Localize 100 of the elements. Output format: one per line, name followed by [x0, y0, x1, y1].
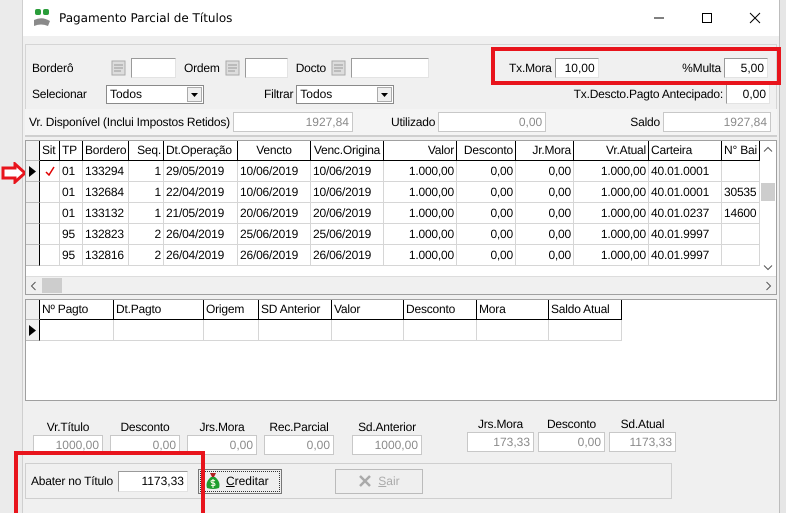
column-header[interactable]: Valor: [332, 300, 404, 320]
table-cell: [40, 245, 60, 266]
column-header[interactable]: Seq.: [129, 141, 164, 161]
column-header[interactable]: Jr.Mora: [516, 141, 574, 161]
column-header[interactable]: Valor: [384, 141, 457, 161]
column-header[interactable]: Dt.Pagto: [114, 300, 204, 320]
row-indicator[interactable]: [26, 161, 40, 182]
row-indicator[interactable]: [26, 182, 40, 203]
close-icon: [749, 12, 761, 24]
dropdown[interactable]: Todos: [106, 84, 204, 104]
credit-button[interactable]: Creditar: [198, 468, 282, 494]
money-bag-icon: [204, 472, 221, 490]
column-header[interactable]: Desconto: [457, 141, 516, 161]
window-title: Pagamento Parcial de Títulos: [59, 11, 232, 25]
field-label: Jrs.Mora: [199, 420, 245, 434]
field-label: Desconto: [546, 417, 596, 431]
input-field[interactable]: 0,00: [726, 84, 770, 104]
chevron-down-icon: [763, 265, 773, 271]
table-cell: 10/06/2019: [238, 161, 311, 182]
table-cell: 2: [129, 224, 164, 245]
table-cell: 40.01.0001: [649, 182, 722, 203]
table-cell: 1.000,00: [384, 182, 457, 203]
table-cell: [40, 224, 60, 245]
column-header[interactable]: TP: [60, 141, 83, 161]
table-cell: 1.000,00: [574, 161, 649, 182]
table-cell: 22/04/2019: [164, 182, 238, 203]
grid-corner: [26, 300, 40, 320]
column-header[interactable]: Origem: [204, 300, 259, 320]
field-label: Sd.Atual: [620, 417, 664, 431]
table-cell: 95: [60, 224, 83, 245]
column-header[interactable]: Bordero: [83, 141, 129, 161]
table-cell: 0,00: [516, 161, 574, 182]
field-label: Vr. Disponível (Inclui Impostos Retidos): [29, 115, 230, 129]
chevron-up-icon: [763, 146, 773, 152]
table-cell: [332, 320, 404, 341]
table-cell: 29/05/2019: [164, 161, 238, 182]
input-field[interactable]: [244, 58, 288, 78]
table-cell: 2: [129, 245, 164, 266]
input-field[interactable]: [131, 58, 176, 78]
field-label: Tx.Descto.Pagto Antecipado:: [574, 87, 723, 101]
column-header[interactable]: Mora: [477, 300, 549, 320]
column-header[interactable]: Desconto: [404, 300, 477, 320]
column-header[interactable]: Sit: [40, 141, 60, 161]
field-label: Selecionar: [32, 87, 88, 101]
table-cell: 0,00: [516, 245, 574, 266]
table-cell: 25/06/2019: [238, 224, 311, 245]
column-header[interactable]: N° Bai: [722, 141, 760, 161]
table-cell: 1.000,00: [574, 224, 649, 245]
table-cell: 26/04/2019: [164, 245, 238, 266]
table-cell: 0,00: [516, 182, 574, 203]
table-cell: 1: [129, 203, 164, 224]
table-cell: 0,00: [457, 161, 516, 182]
row-indicator[interactable]: [26, 245, 40, 266]
row-indicator[interactable]: [26, 320, 40, 341]
field-label: Jrs.Mora: [478, 417, 524, 431]
table-cell: 133294: [83, 161, 129, 182]
table-cell: 26/04/2019: [164, 224, 238, 245]
table-cell: 132684: [83, 182, 129, 203]
scrollbar-thumb[interactable]: [761, 183, 775, 201]
column-header[interactable]: Saldo Atual: [549, 300, 622, 320]
column-header[interactable]: Vencto: [238, 141, 311, 161]
column-header[interactable]: Carteira: [649, 141, 722, 161]
table-cell: 0,00: [457, 224, 516, 245]
table-cell: 26/06/2019: [238, 245, 311, 266]
input-field[interactable]: 5,00: [724, 58, 768, 78]
table-cell: [204, 320, 259, 341]
table-cell: 10/06/2019: [238, 182, 311, 203]
column-header[interactable]: Dt.Operação: [164, 141, 238, 161]
field-label: Docto: [296, 61, 326, 75]
table-cell: 0,00: [457, 245, 516, 266]
field-label: %Multa: [682, 61, 721, 75]
field-label: Tx.Mora: [509, 61, 552, 75]
input-field[interactable]: [351, 58, 430, 78]
field-label: Rec.Parcial: [269, 420, 329, 434]
table-cell: 21/05/2019: [164, 203, 238, 224]
table-cell: 20/06/2019: [238, 203, 311, 224]
table-cell: 132823: [83, 224, 129, 245]
table-cell: 132816: [83, 245, 129, 266]
table-cell: 01: [60, 161, 83, 182]
scrollbar-thumb[interactable]: [42, 278, 62, 293]
table-cell: 40.01.9997: [649, 224, 722, 245]
table-cell: 01: [60, 203, 83, 224]
table-cell: 0,00: [457, 203, 516, 224]
table-cell: 1.000,00: [574, 182, 649, 203]
field-label: Ordem: [184, 61, 220, 75]
input-field[interactable]: 10,00: [554, 58, 599, 78]
column-header[interactable]: Nº Pagto: [40, 300, 114, 320]
table-cell: [477, 320, 549, 341]
table-cell: [40, 203, 60, 224]
input-field[interactable]: 1173,33: [118, 470, 188, 492]
column-header[interactable]: SD Anterior: [259, 300, 332, 320]
row-indicator[interactable]: [26, 224, 40, 245]
field-label: Sd.Anterior: [358, 420, 416, 434]
table-cell: 10/06/2019: [311, 161, 384, 182]
close-icon: [357, 473, 374, 489]
column-header[interactable]: Vr.Atual: [574, 141, 649, 161]
horizontal-scrollbar[interactable]: [26, 276, 776, 294]
dropdown[interactable]: Todos: [296, 84, 394, 104]
column-header[interactable]: Venc.Origina: [311, 141, 384, 161]
row-indicator[interactable]: [26, 203, 40, 224]
